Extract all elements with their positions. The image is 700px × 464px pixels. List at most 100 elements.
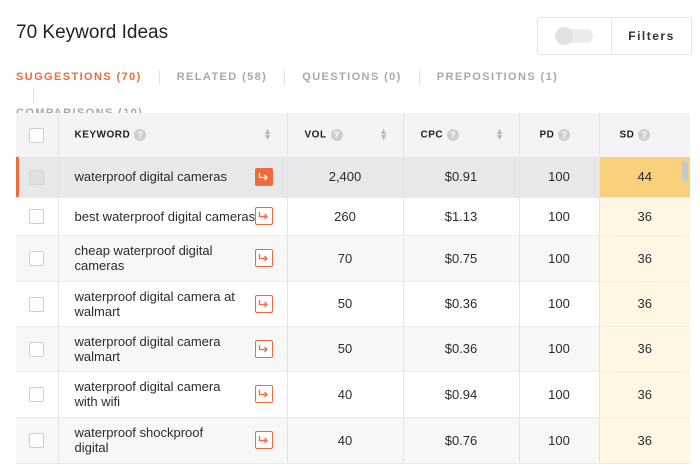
row-checkbox[interactable] [29,296,45,312]
row-select-cell [16,417,58,464]
pd-cell: 100 [518,417,599,464]
row-checkbox[interactable] [29,433,45,449]
help-icon[interactable]: ? [330,129,343,141]
table-row[interactable]: waterproof digital cameras 2,400 $0.91 1… [16,157,690,198]
row-checkbox[interactable] [29,251,45,267]
sd-cell: 36 [598,326,690,372]
vol-cell: 2,400 [286,157,403,198]
row-checkbox[interactable] [29,387,45,403]
toggle-knob[interactable] [554,27,573,45]
tab-related[interactable]: RELATED (58) [177,68,268,86]
tab-questions[interactable]: QUESTIONS (0) [302,68,402,86]
column-label: CPC [420,129,444,141]
sort-icon[interactable]: ▲ ▼ [379,127,388,142]
pd-cell: 100 [518,157,599,198]
tab-divider [418,69,420,85]
open-keyword-icon[interactable] [254,431,273,449]
cpc-cell: $0.75 [402,235,519,282]
keyword-cell: waterproof digital camera with wifi [57,371,287,418]
column-label: VOL [304,129,327,141]
column-label: KEYWORD [74,129,131,141]
row-select-cell [16,157,58,198]
column-header-keyword[interactable]: KEYWORD? ▲ ▼ [57,113,287,157]
cpc-cell: $0.36 [402,281,519,327]
table-row[interactable]: waterproof digital camera walmart 50 $0.… [16,326,690,372]
keyword-text[interactable]: waterproof shockproof digital [59,425,287,455]
open-keyword-icon[interactable] [254,207,273,225]
row-checkbox[interactable] [29,169,45,185]
open-keyword-icon[interactable] [254,385,273,403]
cpc-cell: $1.13 [402,197,519,236]
row-select-cell [16,197,58,236]
row-checkbox[interactable] [29,341,45,357]
tab-prepositions[interactable]: PREPOSITIONS (1) [437,68,558,86]
tab-divider [33,87,34,103]
help-icon[interactable]: ? [638,129,651,141]
sort-icon[interactable]: ▲ ▼ [263,127,272,142]
row-select-cell [16,371,58,418]
filters-button[interactable]: Filters [612,18,691,54]
cpc-cell: $0.76 [402,417,519,464]
vol-cell: 50 [286,326,403,372]
sd-cell: 36 [598,235,690,282]
keyword-text[interactable]: waterproof digital camera at walmart [59,289,287,319]
keyword-cell: waterproof digital cameras [57,157,287,198]
row-checkbox[interactable] [29,209,45,225]
cpc-cell: $0.36 [402,326,519,372]
vol-cell: 40 [286,417,403,464]
toggle-track[interactable] [554,27,593,45]
sd-cell: 36 [598,197,690,236]
keyword-cell: waterproof digital camera walmart [57,326,287,372]
open-keyword-icon[interactable] [254,339,273,358]
keyword-table: KEYWORD? ▲ ▼ VOL? ▲ ▼ CPC? ▲ ▼ PD? SD? waterpr… [16,113,690,464]
sd-cell: 36 [598,281,690,327]
keyword-text[interactable]: best waterproof digital cameras [59,209,287,224]
cpc-cell: $0.91 [402,157,519,198]
toggle-switch[interactable] [538,18,612,54]
keyword-cell: waterproof shockproof digital [57,417,287,464]
help-icon[interactable]: ? [134,129,147,141]
column-header-vol[interactable]: VOL? ▲ ▼ [286,113,403,157]
column-header-sd[interactable]: SD? [598,113,690,157]
keyword-text[interactable]: waterproof digital camera walmart [59,334,287,364]
row-select-cell [16,235,58,282]
table-row[interactable]: waterproof digital camera with wifi 40 $… [16,371,690,418]
keyword-text[interactable]: waterproof digital camera with wifi [59,379,287,409]
table-row[interactable]: cheap waterproof digital cameras 70 $0.7… [16,235,690,282]
tab-divider [284,69,286,85]
select-all-cell [16,113,58,157]
sd-cell: 36 [598,417,690,464]
column-label: SD [619,129,635,141]
vol-cell: 40 [286,371,403,418]
open-keyword-icon[interactable] [254,294,273,313]
keyword-text[interactable]: cheap waterproof digital cameras [59,243,287,273]
select-all-checkbox[interactable] [29,127,45,143]
sd-cell: 36 [598,371,690,418]
keyword-cell: best waterproof digital cameras [57,197,287,236]
pd-cell: 100 [518,281,599,327]
table-row[interactable]: waterproof digital camera at walmart 50 … [16,281,690,327]
open-keyword-icon[interactable] [254,167,273,186]
table-header-row: KEYWORD? ▲ ▼ VOL? ▲ ▼ CPC? ▲ ▼ PD? SD? [16,113,690,157]
vol-cell: 260 [286,197,403,236]
pd-cell: 100 [518,235,599,282]
keyword-text[interactable]: waterproof digital cameras [59,169,287,184]
scrollbar-thumb[interactable] [682,160,688,182]
pd-cell: 100 [518,326,599,372]
row-select-cell [16,281,58,327]
column-header-cpc[interactable]: CPC? ▲ ▼ [402,113,519,157]
column-header-pd[interactable]: PD? [518,113,599,157]
tab-suggestions[interactable]: SUGGESTIONS (70) [16,68,142,86]
table-row[interactable]: best waterproof digital cameras 260 $1.1… [16,197,690,236]
open-keyword-icon[interactable] [254,249,273,267]
top-controls: Filters [537,17,692,55]
help-icon[interactable]: ? [558,129,571,141]
table-row[interactable]: waterproof shockproof digital 40 $0.76 1… [16,417,690,464]
sort-icon[interactable]: ▲ ▼ [495,127,504,142]
keyword-cell: cheap waterproof digital cameras [57,235,287,282]
pd-cell: 100 [518,197,599,236]
help-icon[interactable]: ? [447,129,460,141]
sd-cell: 44 [598,157,690,198]
vol-cell: 70 [286,235,403,282]
page-title: 70 Keyword Ideas [16,22,169,43]
